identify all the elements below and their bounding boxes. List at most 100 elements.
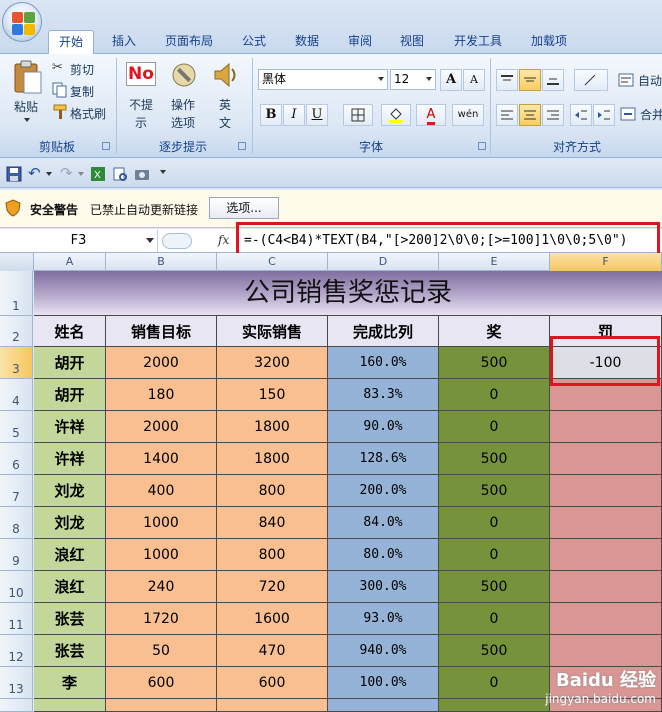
- no-prompt-button[interactable]: No 不提 示: [122, 58, 160, 132]
- actual-cell[interactable]: 720: [217, 571, 328, 603]
- row-header[interactable]: 8: [0, 507, 33, 539]
- row-header[interactable]: 2: [0, 316, 33, 347]
- target-cell[interactable]: 2000: [106, 411, 217, 443]
- align-bottom-button[interactable]: [542, 69, 564, 91]
- row-header[interactable]: 7: [0, 475, 33, 507]
- dialog-launcher-icon[interactable]: [102, 142, 110, 150]
- decrease-indent-button[interactable]: [570, 104, 592, 126]
- wrap-text-button[interactable]: 自动: [618, 70, 662, 90]
- excel-file-icon[interactable]: X: [90, 166, 106, 182]
- copy-button[interactable]: 复制: [52, 82, 112, 100]
- bonus-cell[interactable]: 0: [439, 667, 550, 699]
- select-all-button[interactable]: [0, 253, 34, 271]
- customize-qat-icon[interactable]: [160, 170, 166, 174]
- chevron-down-icon[interactable]: [146, 238, 154, 243]
- target-cell[interactable]: 240: [106, 571, 217, 603]
- header-cell-actual[interactable]: 实际销售: [217, 316, 328, 347]
- header-cell-target[interactable]: 销售目标: [106, 316, 217, 347]
- ratio-cell[interactable]: 160.0%: [328, 347, 439, 379]
- ratio-cell[interactable]: 300.0%: [328, 571, 439, 603]
- print-preview-icon[interactable]: [112, 166, 128, 182]
- row-header[interactable]: 9: [0, 539, 33, 571]
- underline-button[interactable]: U: [306, 104, 328, 126]
- header-cell-name[interactable]: 姓名: [34, 316, 106, 347]
- table-cell[interactable]: [34, 699, 106, 712]
- actual-cell[interactable]: 1800: [217, 411, 328, 443]
- actual-cell[interactable]: 800: [217, 539, 328, 571]
- dialog-launcher-icon[interactable]: [238, 142, 246, 150]
- cut-button[interactable]: ✂ 剪切: [52, 60, 112, 78]
- sheet-title[interactable]: 公司销售奖惩记录: [34, 271, 662, 316]
- table-cell[interactable]: [217, 699, 328, 712]
- fine-cell[interactable]: [550, 443, 662, 475]
- target-cell[interactable]: 600: [106, 667, 217, 699]
- actual-cell[interactable]: 840: [217, 507, 328, 539]
- chevron-down-icon[interactable]: [78, 172, 84, 176]
- english-button[interactable]: 英 文: [208, 58, 242, 132]
- align-top-button[interactable]: [496, 69, 518, 91]
- font-size-select[interactable]: 12: [390, 69, 436, 90]
- tab-review[interactable]: 审阅: [338, 30, 382, 54]
- tab-page-layout[interactable]: 页面布局: [155, 30, 223, 54]
- bonus-cell[interactable]: 0: [439, 411, 550, 443]
- name-cell[interactable]: 胡开: [34, 379, 106, 411]
- merge-center-button[interactable]: 合并: [620, 104, 662, 124]
- fine-cell[interactable]: [550, 507, 662, 539]
- tab-view[interactable]: 视图: [390, 30, 434, 54]
- name-cell[interactable]: 许祥: [34, 443, 106, 475]
- camera-icon[interactable]: [134, 166, 150, 182]
- row-header[interactable]: 6: [0, 443, 33, 475]
- bold-button[interactable]: B: [260, 104, 282, 126]
- ratio-cell[interactable]: 80.0%: [328, 539, 439, 571]
- actual-cell[interactable]: 470: [217, 635, 328, 667]
- bonus-cell[interactable]: 500: [439, 635, 550, 667]
- row-header[interactable]: 10: [0, 571, 33, 603]
- ratio-cell[interactable]: 128.6%: [328, 443, 439, 475]
- ratio-cell[interactable]: 83.3%: [328, 379, 439, 411]
- name-cell[interactable]: 刘龙: [34, 507, 106, 539]
- actual-cell[interactable]: 600: [217, 667, 328, 699]
- row-header[interactable]: 12: [0, 635, 33, 667]
- row-header[interactable]: 5: [0, 411, 33, 443]
- redo-icon[interactable]: ↷: [60, 164, 73, 182]
- orientation-button[interactable]: [574, 69, 608, 91]
- ratio-cell[interactable]: 84.0%: [328, 507, 439, 539]
- options-button[interactable]: 操作 选项: [164, 58, 204, 132]
- name-cell[interactable]: 胡开: [34, 347, 106, 379]
- tab-home[interactable]: 开始: [48, 30, 94, 55]
- bonus-cell[interactable]: 500: [439, 475, 550, 507]
- ratio-cell[interactable]: 100.0%: [328, 667, 439, 699]
- row-header-active[interactable]: 3: [0, 347, 33, 379]
- column-header[interactable]: C: [217, 253, 328, 271]
- target-cell[interactable]: 1000: [106, 507, 217, 539]
- shrink-font-button[interactable]: A: [463, 69, 485, 91]
- target-cell[interactable]: 1000: [106, 539, 217, 571]
- align-left-button[interactable]: [496, 104, 518, 126]
- fine-cell[interactable]: [550, 475, 662, 507]
- name-cell[interactable]: 浪红: [34, 571, 106, 603]
- name-cell[interactable]: 李: [34, 667, 106, 699]
- fine-cell[interactable]: [550, 635, 662, 667]
- bonus-cell[interactable]: 500: [439, 347, 550, 379]
- fine-cell[interactable]: [550, 603, 662, 635]
- fine-cell[interactable]: [550, 539, 662, 571]
- save-icon[interactable]: [6, 166, 22, 182]
- ratio-cell[interactable]: 90.0%: [328, 411, 439, 443]
- paste-button[interactable]: 粘贴: [8, 60, 48, 132]
- office-button[interactable]: [2, 2, 42, 42]
- bonus-cell[interactable]: 0: [439, 507, 550, 539]
- target-cell[interactable]: 400: [106, 475, 217, 507]
- target-cell[interactable]: 2000: [106, 347, 217, 379]
- grow-font-button[interactable]: A: [440, 69, 462, 91]
- actual-cell[interactable]: 150: [217, 379, 328, 411]
- column-header-active[interactable]: F: [550, 253, 662, 271]
- insert-function-icon[interactable]: fx: [218, 233, 229, 247]
- dialog-launcher-icon[interactable]: [478, 142, 486, 150]
- header-cell-ratio[interactable]: 完成比列: [328, 316, 439, 347]
- row-header[interactable]: 4: [0, 379, 33, 411]
- formula-bar-splitter[interactable]: [162, 233, 192, 249]
- actual-cell[interactable]: 800: [217, 475, 328, 507]
- actual-cell[interactable]: 3200: [217, 347, 328, 379]
- italic-button[interactable]: I: [283, 104, 305, 126]
- target-cell[interactable]: 50: [106, 635, 217, 667]
